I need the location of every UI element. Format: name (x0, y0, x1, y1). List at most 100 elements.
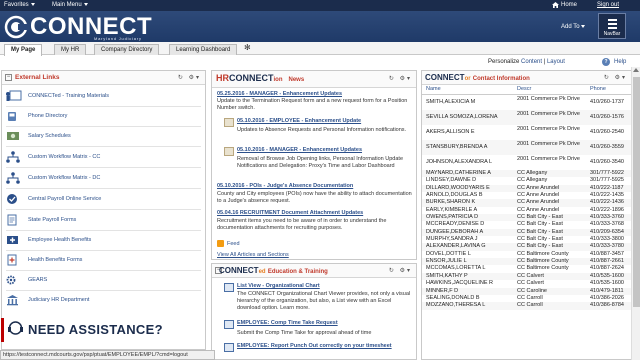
education-item-link[interactable]: List View - Organizational Chart (237, 283, 320, 289)
gear-icon[interactable]: ⚙▾ (400, 268, 412, 274)
contact-table-row: MINNER,F D CC Caroline 410/479-1811 (422, 287, 631, 295)
favorites-menu[interactable]: Favorites (4, 2, 35, 8)
contact-phone-cell: 410/260-3540 (590, 159, 624, 165)
feed-link[interactable]: Feed (227, 241, 240, 247)
hr-connection-logo: HRCONNECTion News (216, 73, 304, 83)
contact-name-cell: JOHNSON,ALEXANDRA L (426, 159, 493, 165)
divider (6, 188, 201, 189)
tab-company-directory[interactable]: Company Directory (94, 44, 160, 55)
need-assistance-banner[interactable]: NEED ASSISTANCE? (1, 318, 205, 342)
refresh-icon[interactable]: ↻ (604, 75, 611, 81)
contact-name-cell: EARLY,KIMBERLE A (426, 206, 478, 213)
tab-settings-gear-icon[interactable]: ✻ (244, 43, 251, 52)
contact-name-cell: AKERS,ALLISON E (426, 129, 475, 135)
external-link-label: Central Payroll Online Service (28, 196, 102, 202)
education-item-link[interactable]: EMPLOYEE: Comp Time Take Request (237, 320, 338, 326)
contact-phone-cell: 301/777-5922 (590, 170, 624, 176)
scroll-up-arrow-icon[interactable] (633, 68, 639, 72)
news-article-icon (224, 147, 234, 156)
column-header-descr[interactable]: Descr (517, 86, 531, 92)
personalize-layout-link[interactable]: Layout (547, 59, 565, 65)
home-icon[interactable] (552, 2, 559, 8)
help-icon[interactable]: ? (602, 58, 610, 66)
refresh-icon[interactable]: ↻ (389, 268, 396, 274)
gears-icon (6, 275, 16, 285)
contact-table-row: DILLARD,WOODYARIS E CC Anne Arundel 410/22… (422, 184, 631, 193)
payroll-icon (7, 194, 17, 204)
home-link[interactable]: Home (561, 2, 577, 8)
contact-table: Name Descr Phone SMITH,ALEXICIA M 2001 Co… (422, 86, 631, 310)
main-menu[interactable]: Main Menu (52, 2, 88, 8)
contact-descr-cell: CC Calvert (517, 272, 544, 279)
collapse-icon[interactable]: − (5, 74, 12, 81)
news-article-link[interactable]: 05.25.2016 - MANAGER - Enhancement Updat… (217, 91, 342, 97)
contact-descr-cell: CC Carroll (517, 294, 543, 301)
contact-table-row: MURPHY,SANDRA J CC Balt City - East 410/33… (422, 236, 631, 243)
ion-logo-part: ion (273, 77, 283, 83)
external-links-title: External Links (15, 74, 60, 81)
contact-descr-cell: CC Balt City - East (517, 228, 563, 235)
tab-my-hr[interactable]: My HR (54, 44, 87, 55)
portlet-controls: ↻ ⚙▾ (389, 75, 412, 82)
hamburger-icon (608, 19, 617, 31)
divider (6, 146, 201, 147)
news-portlet: HRCONNECTion News ↻ ⚙▾ 05.25.2016 - MANAG… (211, 70, 417, 260)
personalize-links: Personalize Content | Layout (488, 59, 565, 65)
scrollbar-thumb[interactable] (633, 77, 640, 307)
news-article-icon (224, 118, 234, 127)
contact-information-portlet: CONNECTor Contact Information ↻ ⚙▾ Name … (421, 70, 632, 360)
navbar-label: NavBar (603, 31, 621, 37)
contact-descr-cell: 2001 Commerce Pk Drive (517, 126, 580, 132)
add-to-menu[interactable]: Add To (561, 24, 586, 30)
contact-name-cell: DILLARD,WOODYARIS E (426, 184, 490, 191)
gear-icon[interactable]: ⚙▾ (615, 75, 627, 81)
external-links-header: − External Links ↻ ⚙▾ (2, 71, 205, 85)
contact-name-cell: SEVILLA SOMOZA,LORENA (426, 114, 498, 120)
contact-table-row: DOVEL,DOTTIE L CC Baltimore County 410/887… (422, 250, 631, 258)
contact-descr-cell: CC Anne Arundel (517, 192, 560, 199)
contact-phone-cell: 410/222-1436 (590, 199, 624, 206)
refresh-icon[interactable]: ↻ (389, 76, 396, 82)
help-link[interactable]: Help (614, 59, 626, 65)
sign-out-link[interactable]: Sign out (597, 2, 619, 8)
news-article-link[interactable]: 05.04.16 RECRUITMENT Document Attachment… (217, 210, 363, 216)
education-item-link[interactable]: EMPLOYEE: Report Punch Out correctly on … (237, 343, 413, 350)
view-all-articles-link[interactable]: View All Articles and Sections (217, 252, 289, 258)
contact-table-row: MCCREADY,DENISE D CC Balt City - East 410/… (422, 221, 631, 228)
education-header: − CONNECTed Education & Training ↻ ⚙▾ (212, 264, 416, 278)
column-header-name[interactable]: Name (426, 86, 441, 92)
tab-learning-dashboard[interactable]: Learning Dashboard (169, 44, 238, 55)
contact-name-cell: ALEXANDER,LAVINA G (426, 243, 486, 250)
contact-descr-cell: CC Anne Arundel (517, 199, 560, 206)
contact-name-cell: OWENS,PATRICIA D (426, 214, 479, 221)
contact-descr-cell: CC Allegany (517, 177, 548, 184)
news-article-link[interactable]: 05.10.2016 - EMPLOYEE - Enhancement Upda… (237, 118, 361, 124)
news-header: HRCONNECTion News ↻ ⚙▾ (212, 71, 416, 88)
tab-my-page[interactable]: My Page (4, 44, 43, 56)
connected-logo: CONNECTed Education & Training (219, 266, 328, 275)
personalize-content-link[interactable]: Content (521, 59, 542, 65)
contact-phone-cell: 410/887-3457 (590, 250, 624, 257)
column-header-phone[interactable]: Phone (590, 86, 606, 92)
contact-phone-cell: 410/535-1600 (590, 272, 624, 279)
divider (6, 167, 201, 168)
contact-table-row: SEVILLA SOMOZA,LORENA 2001 Commerce Pk Dr… (422, 110, 631, 125)
contact-table-row: ENSOR,JULIE L CC Baltimore County 410/887-… (422, 258, 631, 266)
external-link-label: Phone Directory (28, 113, 68, 119)
contact-table-row: ARNOLD,DOUGLAS B CC Anne Arundel 410/222-1… (422, 192, 631, 199)
workflow-icon (6, 151, 20, 163)
news-article-link[interactable]: 05.10.2016 - MANAGER - Enhancement Updat… (237, 147, 362, 153)
news-article-text: County and City employees (POIs) now hav… (217, 191, 412, 204)
news-article-link[interactable]: 05.10.2016 - POIs - Judge's Absence Docu… (217, 183, 353, 189)
contact-name-cell: SMITH,ALEXICIA M (426, 99, 476, 105)
gear-icon[interactable]: ⚙▾ (400, 76, 412, 82)
page-scrollbar[interactable] (631, 67, 640, 360)
rss-feed-icon[interactable] (217, 240, 224, 247)
contact-phone-cell: 410/535-1600 (590, 280, 624, 287)
gear-icon[interactable]: ⚙▾ (189, 75, 201, 81)
external-link-label: State Payroll Forms (28, 217, 77, 223)
refresh-icon[interactable]: ↻ (178, 75, 185, 81)
navbar-button[interactable]: NavBar (598, 13, 626, 39)
contact-name-cell: MAYNARD,CATHERINE A (426, 170, 491, 176)
contact-name-cell: DOVEL,DOTTIE L (426, 250, 471, 257)
